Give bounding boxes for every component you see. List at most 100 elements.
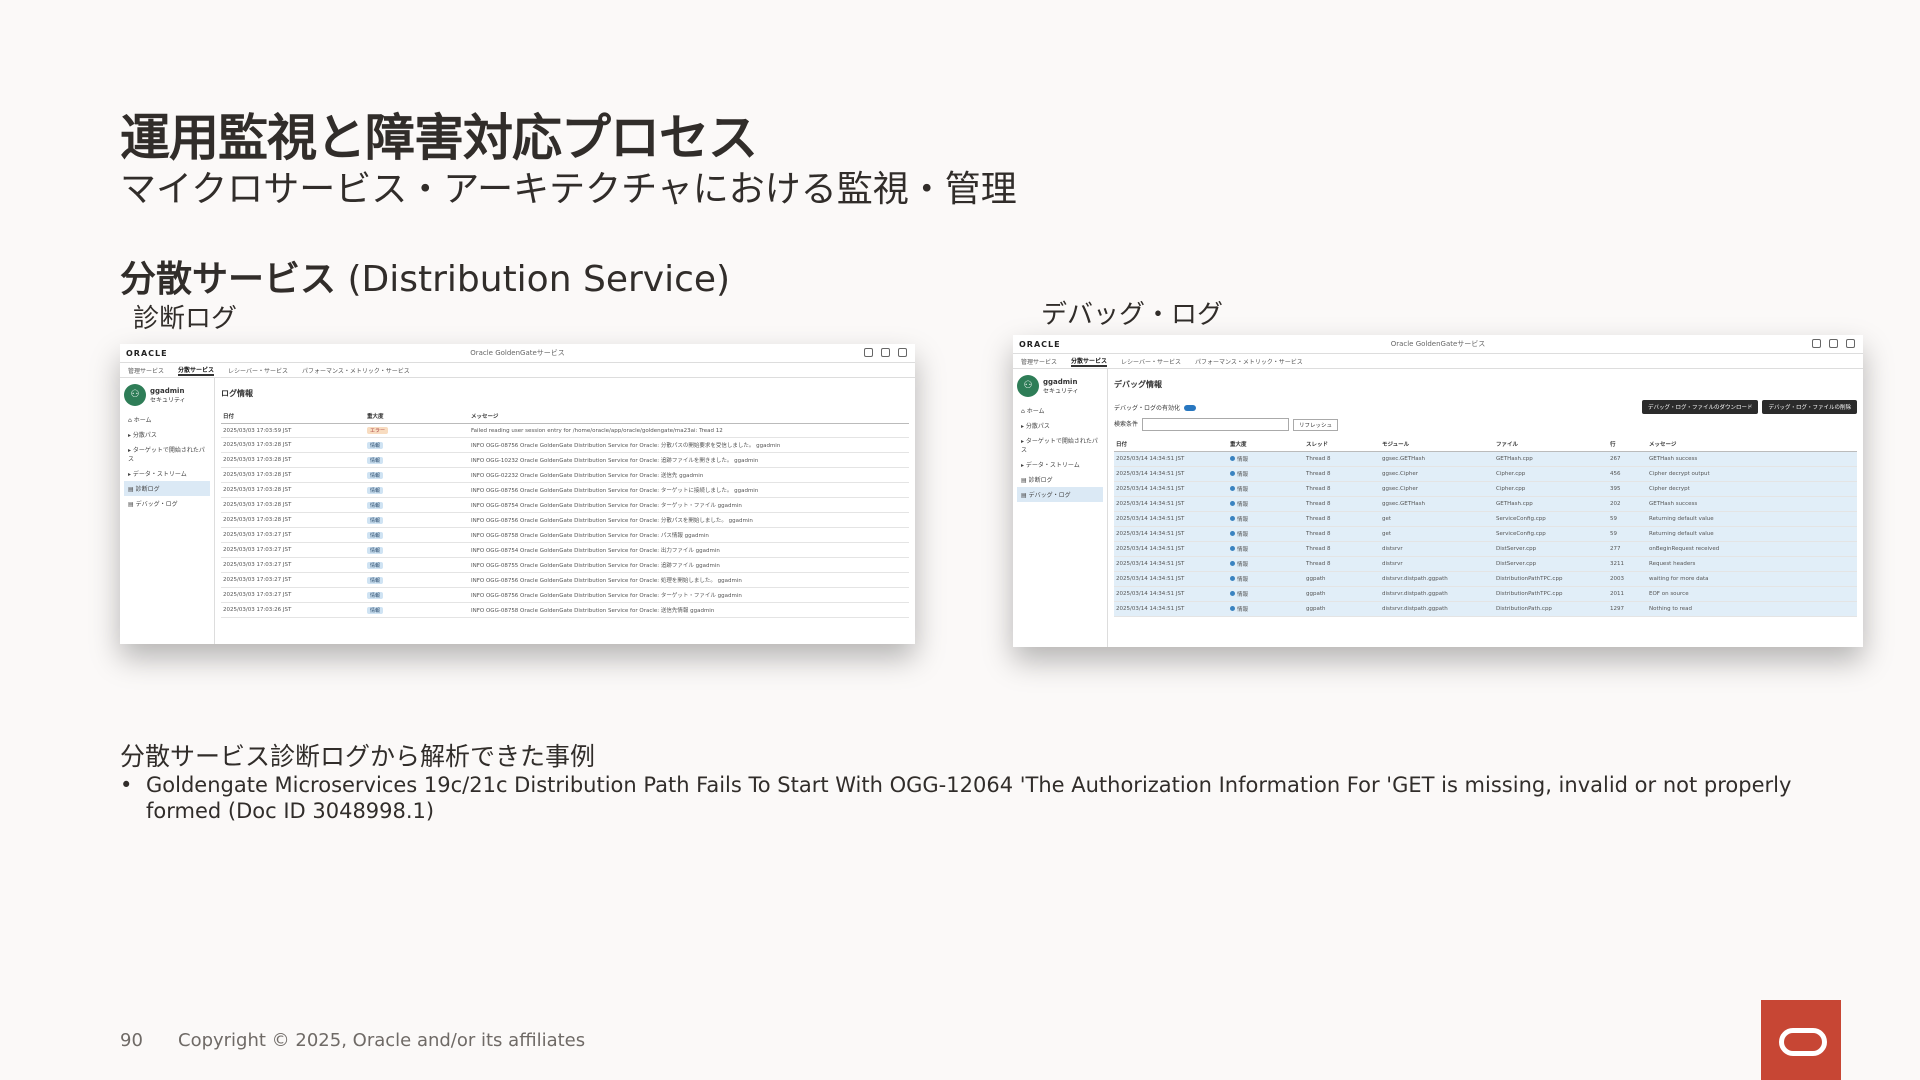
table-row[interactable]: 2025/03/03 17:03:27 JST 情報 INFO OGG-08756 … bbox=[221, 587, 909, 603]
table-row[interactable]: 2025/03/14 14:34:51 JST 情報 Thread 8 get Serv… bbox=[1114, 526, 1857, 542]
row-severity: 情報 bbox=[365, 482, 469, 498]
sidebar-item-paths[interactable]: ▸ 分散パス bbox=[1017, 418, 1103, 433]
help-icon[interactable] bbox=[1812, 339, 1821, 348]
status-badge: 情報 bbox=[367, 471, 384, 479]
avatar[interactable]: ⚇ bbox=[1017, 375, 1039, 397]
table-row[interactable]: 2025/03/14 14:34:51 JST 情報 Thread 8 ggsec.C… bbox=[1114, 481, 1857, 497]
tab-distribution-service[interactable]: 分散サービス bbox=[178, 365, 215, 376]
sidebar-item-paths[interactable]: ▸ 分散パス bbox=[124, 427, 210, 442]
table-row[interactable]: 2025/03/14 14:34:51 JST 情報 ggpath distsrvr.… bbox=[1114, 586, 1857, 602]
example-bullet: • Goldengate Microservices 19c/21c Distr… bbox=[120, 772, 1800, 824]
tab-admin-service[interactable]: 管理サービス bbox=[128, 366, 164, 375]
sidebar-item-diagnostic-log[interactable]: ▤ 診断ログ bbox=[124, 481, 210, 496]
table-row[interactable]: 2025/03/03 17:03:28 JST 情報 INFO OGG-08756 … bbox=[221, 482, 909, 498]
col-date[interactable]: 日付 bbox=[1114, 437, 1228, 452]
sidebar-item-home[interactable]: ⌂ ホーム bbox=[1017, 403, 1103, 418]
row-line: 1297 bbox=[1608, 601, 1647, 617]
sidebar-item-data-streams[interactable]: ▸ データ・ストリーム bbox=[1017, 457, 1103, 472]
tab-receiver-service[interactable]: レシーバー・サービス bbox=[228, 366, 288, 375]
row-severity: 情報 bbox=[365, 542, 469, 558]
info-dot-icon bbox=[1230, 576, 1235, 581]
row-thread: Thread 8 bbox=[1304, 481, 1380, 497]
col-date[interactable]: 日付 bbox=[221, 409, 365, 424]
table-row[interactable]: 2025/03/14 14:34:51 JST 情報 Thread 8 distsrv… bbox=[1114, 556, 1857, 572]
row-date: 2025/03/14 14:34:51 JST bbox=[1114, 466, 1228, 482]
info-dot-icon bbox=[1230, 501, 1235, 506]
table-row[interactable]: 2025/03/03 17:03:27 JST 情報 INFO OGG-08754 … bbox=[221, 542, 909, 558]
user-name: ggadmin bbox=[150, 386, 185, 395]
signout-icon[interactable] bbox=[1846, 339, 1855, 348]
tab-distribution-service[interactable]: 分散サービス bbox=[1071, 356, 1108, 367]
sidebar-item-diagnostic-log[interactable]: ▤ 診断ログ bbox=[1017, 472, 1103, 487]
col-message[interactable]: メッセージ bbox=[1647, 437, 1857, 452]
tab-receiver-service[interactable]: レシーバー・サービス bbox=[1121, 357, 1181, 366]
col-line[interactable]: 行 bbox=[1608, 437, 1647, 452]
service-nav: 管理サービス 分散サービス レシーバー・サービス パフォーマンス・メトリック・サ… bbox=[120, 363, 915, 378]
table-row[interactable]: 2025/03/03 17:03:28 JST 情報 INFO OGG-08756 … bbox=[221, 512, 909, 528]
row-module: distsrvr.distpath.ggpath bbox=[1380, 586, 1494, 602]
refresh-icon[interactable] bbox=[881, 348, 890, 357]
sidebar-item-debug-log[interactable]: ▤ デバッグ・ログ bbox=[124, 496, 210, 511]
table-row[interactable]: 2025/03/14 14:34:51 JST 情報 ggpath distsrvr.… bbox=[1114, 571, 1857, 587]
refresh-icon[interactable] bbox=[1829, 339, 1838, 348]
col-severity[interactable]: 重大度 bbox=[365, 409, 469, 424]
table-row[interactable]: 2025/03/03 17:03:27 JST 情報 INFO OGG-08755 … bbox=[221, 557, 909, 573]
download-debug-log-button[interactable]: デバッグ・ログ・ファイルのダウンロード bbox=[1641, 400, 1759, 414]
tab-admin-service[interactable]: 管理サービス bbox=[1021, 357, 1057, 366]
table-row[interactable]: 2025/03/03 17:03:28 JST 情報 INFO OGG-02232 … bbox=[221, 467, 909, 483]
debug-toggle[interactable] bbox=[1184, 405, 1197, 411]
delete-debug-log-button[interactable]: デバッグ・ログ・ファイルの削除 bbox=[1762, 400, 1857, 414]
table-row[interactable]: 2025/03/14 14:34:51 JST 情報 ggpath distsrvr.… bbox=[1114, 601, 1857, 617]
row-severity: 情報 bbox=[1228, 451, 1304, 467]
search-label: 検索条件 bbox=[1114, 421, 1139, 428]
sidebar-item-data-streams[interactable]: ▸ データ・ストリーム bbox=[124, 466, 210, 481]
row-message: INFO OGG-08758 Oracle GoldenGate Distrib… bbox=[469, 527, 909, 543]
search-input[interactable] bbox=[1142, 418, 1290, 431]
row-message: INFO OGG-08756 Oracle GoldenGate Distrib… bbox=[469, 482, 909, 498]
col-message[interactable]: メッセージ bbox=[469, 409, 909, 424]
table-row[interactable]: 2025/03/14 14:34:51 JST 情報 Thread 8 distsrv… bbox=[1114, 541, 1857, 557]
col-file[interactable]: ファイル bbox=[1494, 437, 1608, 452]
row-severity: 情報 bbox=[1228, 586, 1304, 602]
table-row[interactable]: 2025/03/03 17:03:26 JST 情報 INFO OGG-08758 … bbox=[221, 602, 909, 618]
row-module: distsrvr bbox=[1380, 541, 1494, 557]
table-row[interactable]: 2025/03/03 17:03:59 JST エラー Failed reading… bbox=[221, 423, 909, 438]
table-row[interactable]: 2025/03/03 17:03:27 JST 情報 INFO OGG-08758 … bbox=[221, 527, 909, 543]
sidebar-item-target-paths[interactable]: ▸ ターゲットで開始されたパス bbox=[124, 442, 210, 466]
tab-performance-service[interactable]: パフォーマンス・メトリック・サービス bbox=[302, 366, 410, 375]
row-message: INFO OGG-10232 Oracle GoldenGate Distrib… bbox=[469, 452, 909, 468]
sidebar-item-home[interactable]: ⌂ ホーム bbox=[124, 412, 210, 427]
sidebar-item-debug-log[interactable]: ▤ デバッグ・ログ bbox=[1017, 487, 1103, 502]
table-row[interactable]: 2025/03/14 14:34:51 JST 情報 Thread 8 ggsec.G… bbox=[1114, 451, 1857, 467]
caption-diagnostic-log: 診断ログ bbox=[133, 304, 238, 334]
copyright: Copyright © 2025, Oracle and/or its affi… bbox=[178, 1030, 586, 1051]
col-module[interactable]: モジュール bbox=[1380, 437, 1494, 452]
row-date: 2025/03/14 14:34:51 JST bbox=[1114, 496, 1228, 512]
row-message: INFO OGG-08756 Oracle GoldenGate Distrib… bbox=[469, 437, 909, 453]
avatar[interactable]: ⚇ bbox=[124, 384, 146, 406]
table-row[interactable]: 2025/03/14 14:34:51 JST 情報 Thread 8 get Serv… bbox=[1114, 511, 1857, 527]
row-date: 2025/03/03 17:03:28 JST bbox=[221, 452, 365, 468]
row-line: 267 bbox=[1608, 451, 1647, 467]
signout-icon[interactable] bbox=[898, 348, 907, 357]
table-row[interactable]: 2025/03/03 17:03:27 JST 情報 INFO OGG-08756 … bbox=[221, 572, 909, 588]
table-row[interactable]: 2025/03/14 14:34:51 JST 情報 Thread 8 ggsec.C… bbox=[1114, 466, 1857, 482]
status-badge: 情報 bbox=[367, 591, 384, 599]
table-row[interactable]: 2025/03/03 17:03:28 JST 情報 INFO OGG-08754 … bbox=[221, 497, 909, 513]
debug-toggle-label: デバッグ・ログの有効化 bbox=[1114, 404, 1181, 412]
col-thread[interactable]: スレッド bbox=[1304, 437, 1380, 452]
row-date: 2025/03/03 17:03:28 JST bbox=[221, 467, 365, 483]
help-icon[interactable] bbox=[864, 348, 873, 357]
refresh-button[interactable]: リフレッシュ bbox=[1293, 418, 1339, 431]
row-message: Cipher decrypt bbox=[1647, 481, 1857, 497]
info-dot-icon bbox=[1230, 561, 1235, 566]
col-severity[interactable]: 重大度 bbox=[1228, 437, 1304, 452]
row-severity: 情報 bbox=[365, 437, 469, 453]
tab-performance-service[interactable]: パフォーマンス・メトリック・サービス bbox=[1195, 357, 1303, 366]
row-date: 2025/03/14 14:34:51 JST bbox=[1114, 601, 1228, 617]
table-row[interactable]: 2025/03/03 17:03:28 JST 情報 INFO OGG-08756 … bbox=[221, 437, 909, 453]
table-row[interactable]: 2025/03/03 17:03:28 JST 情報 INFO OGG-10232 … bbox=[221, 452, 909, 468]
table-row[interactable]: 2025/03/14 14:34:51 JST 情報 Thread 8 ggsec.G… bbox=[1114, 496, 1857, 512]
sidebar-item-target-paths[interactable]: ▸ ターゲットで開始されたパス bbox=[1017, 433, 1103, 457]
diag-table: 日付 重大度 メッセージ 2025/03/03 17:03:59 JST エラー F… bbox=[221, 409, 909, 618]
